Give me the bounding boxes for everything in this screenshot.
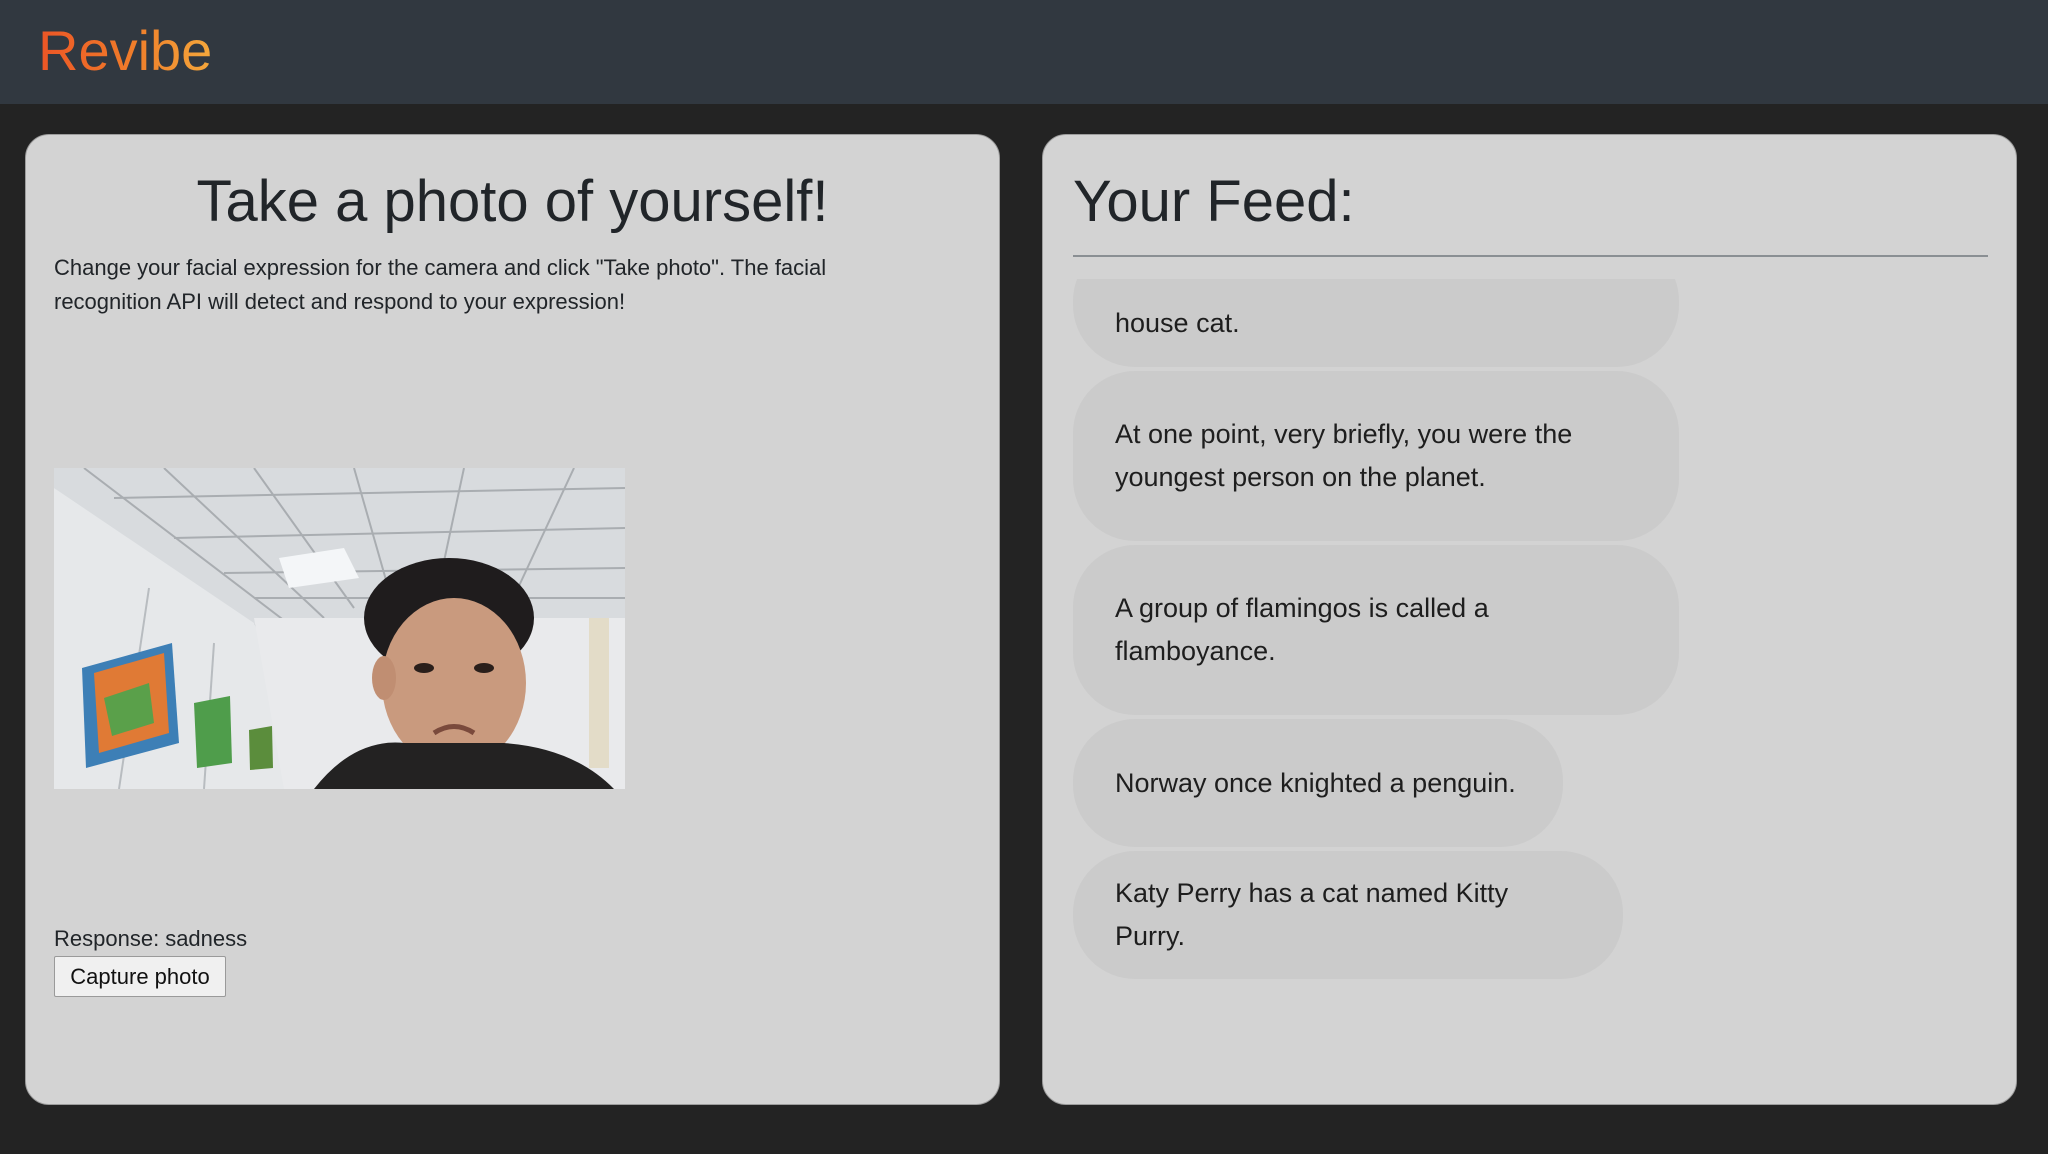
feed-divider <box>1073 255 1988 257</box>
feed-item: Katy Perry has a cat named Kitty Purry. <box>1073 851 1623 979</box>
feed-item-text: A group of flamingos is called a flamboy… <box>1115 593 1489 666</box>
brand-logo[interactable]: Revibe <box>38 18 212 84</box>
feed-card: Your Feed: house cat. At one point, very… <box>1042 134 2017 1105</box>
response-value: sadness <box>165 926 248 951</box>
feed-item-text: Norway once knighted a penguin. <box>1115 767 1516 798</box>
capture-card: Take a photo of yourself! Change your fa… <box>25 134 1000 1105</box>
feed-item-text: At one point, very briefly, you were the… <box>1115 419 1573 492</box>
feed-item: At one point, very briefly, you were the… <box>1073 371 1679 541</box>
feed-item: A group of flamingos is called a flamboy… <box>1073 545 1679 715</box>
feed-item: house cat. <box>1073 279 1679 367</box>
feed-list[interactable]: house cat. At one point, very briefly, y… <box>1073 279 1973 1104</box>
response-label: Response: <box>54 926 160 951</box>
feed-item: Norway once knighted a penguin. <box>1073 719 1563 847</box>
feed-title: Your Feed: <box>1073 169 1355 234</box>
capture-title: Take a photo of yourself! <box>196 169 829 234</box>
capture-description: Change your facial expression for the ca… <box>54 255 827 314</box>
navbar: Revibe <box>0 0 2048 104</box>
capture-photo-button[interactable]: Capture photo <box>54 956 226 997</box>
response-text: Response: sadness <box>54 924 253 954</box>
feed-item-text: Katy Perry has a cat named Kitty Purry. <box>1115 878 1509 951</box>
webcam-photo <box>54 468 625 789</box>
feed-item-text: house cat. <box>1115 307 1240 338</box>
